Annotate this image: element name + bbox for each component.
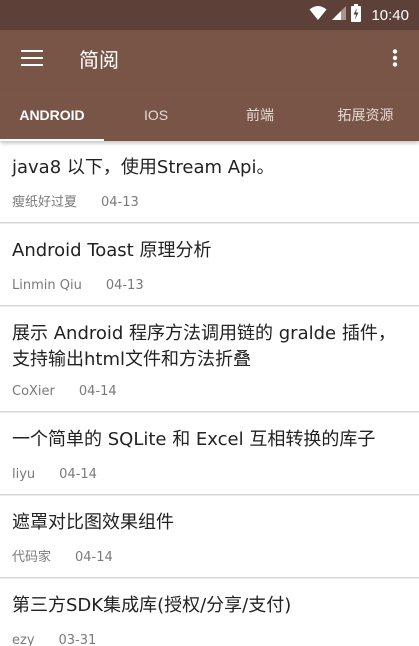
tab-bar: ANDROID IOS 前端 拓展资源 — [0, 90, 419, 141]
article-meta: 瘦纸好过夏 04-13 — [12, 191, 139, 210]
article-author: liyu — [12, 467, 36, 482]
article-title: 遮罩对比图效果组件 — [12, 512, 174, 533]
article-meta: 代码家 04-14 — [12, 546, 113, 565]
status-time: 10:40 — [371, 6, 409, 24]
article-date: 04-13 — [101, 195, 139, 210]
article-title: java8 以下，使用Stream Api。 — [12, 157, 275, 178]
article-card[interactable]: 第三方SDK集成库(授权/分享/支付) ezy 03-31 — [0, 579, 419, 646]
menu-button[interactable] — [10, 38, 54, 82]
article-list: java8 以下，使用Stream Api。 瘦纸好过夏 04-13 Androi… — [0, 141, 419, 646]
article-title: 第三方SDK集成库(授权/分享/支付) — [12, 595, 292, 616]
article-meta: ezy 03-31 — [12, 633, 96, 646]
article-author: CoXier — [12, 384, 55, 399]
tab-android[interactable]: ANDROID — [0, 90, 104, 141]
article-date: 04-14 — [59, 467, 97, 482]
article-author: Linmin Qiu — [12, 278, 82, 293]
article-date: 04-14 — [75, 550, 113, 565]
article-card[interactable]: 展示 Android 程序方法调用链的 gralde 插件，支持输出html文件… — [0, 307, 419, 412]
article-card[interactable]: Android Toast 原理分析 Linmin Qiu 04-13 — [0, 224, 419, 306]
article-author: 代码家 — [12, 550, 52, 565]
article-date: 04-14 — [78, 384, 117, 399]
article-author: ezy — [12, 633, 35, 646]
tab-ios[interactable]: IOS — [104, 90, 208, 141]
wifi-icon — [309, 5, 327, 25]
article-meta: CoXier 04-14 — [12, 384, 117, 399]
article-title: Android Toast 原理分析 — [12, 240, 212, 261]
article-title: 一个简单的 SQLite 和 Excel 互相转换的库子 — [12, 429, 376, 450]
more-vert-icon — [392, 49, 398, 71]
overflow-menu-button[interactable] — [377, 38, 413, 82]
article-card[interactable]: 遮罩对比图效果组件 代码家 04-14 — [0, 496, 419, 578]
article-meta: liyu 04-14 — [12, 467, 97, 482]
app-bar: 简阅 — [0, 30, 419, 90]
tab-indicator — [0, 139, 104, 141]
app-screen: 10:40 简阅 ANDROID IOS 前端 拓展资源 java8 以下，使用… — [0, 0, 419, 646]
status-icons: 10:40 — [309, 0, 409, 30]
tab-extended-resources[interactable]: 拓展资源 — [312, 90, 419, 141]
article-date: 04-13 — [105, 278, 144, 293]
article-card[interactable]: 一个简单的 SQLite 和 Excel 互相转换的库子 liyu 04-14 — [0, 413, 419, 495]
article-date: 03-31 — [58, 633, 97, 646]
tab-frontend[interactable]: 前端 — [208, 90, 312, 141]
article-author: 瘦纸好过夏 — [12, 195, 78, 210]
signal-icon — [331, 5, 347, 25]
app-title: 简阅 — [79, 48, 119, 72]
status-bar: 10:40 — [0, 0, 419, 30]
article-title: 展示 Android 程序方法调用链的 gralde 插件，支持输出html文件… — [12, 323, 396, 370]
hamburger-menu-icon — [21, 50, 43, 70]
battery-icon — [351, 4, 362, 26]
article-card[interactable]: java8 以下，使用Stream Api。 瘦纸好过夏 04-13 — [0, 141, 419, 223]
article-meta: Linmin Qiu 04-13 — [12, 278, 144, 293]
